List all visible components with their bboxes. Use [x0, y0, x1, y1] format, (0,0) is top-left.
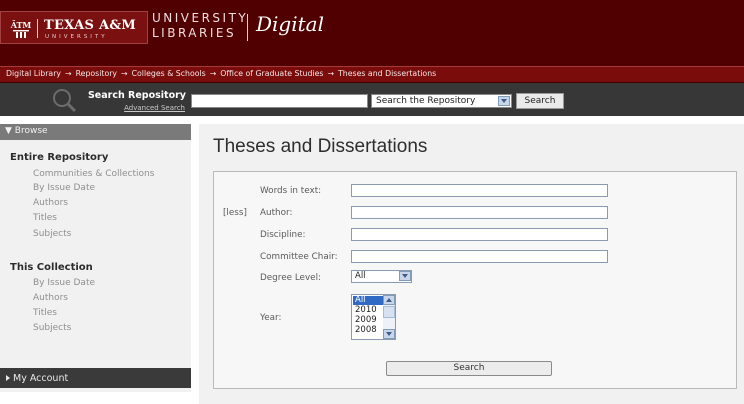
svg-text:ĀTM: ĀTM [10, 20, 31, 30]
year-option-2008[interactable]: 2008 [353, 326, 383, 335]
breadcrumb-theses-dissertations: Theses and Dissertations [338, 69, 437, 78]
breadcrumb-arrow-icon: → [121, 69, 128, 78]
digital-wordmark: Digital [256, 12, 324, 36]
browse-header[interactable]: ▼ Browse [0, 124, 191, 140]
sidebar-link-communities[interactable]: Communities & Collections [33, 169, 154, 179]
breadcrumb: Digital Library → Repository → Colleges & Sc… [6, 69, 436, 78]
libraries-line-2: LIBRARIES [152, 26, 237, 40]
breadcrumb-repository[interactable]: Repository [76, 69, 117, 78]
university-libraries-wordmark: UNIVERSITY LIBRARIES [152, 11, 248, 41]
year-listbox[interactable]: All 2010 2009 2008 [351, 294, 396, 340]
words-field[interactable] [351, 184, 608, 197]
year-label: Year: [260, 313, 282, 323]
form-search-button[interactable]: Search [386, 361, 552, 376]
sidebar: ▼ Browse Entire Repository Communities &… [0, 124, 191, 392]
page-title: Theses and Dissertations [213, 136, 428, 157]
university-subtitle: UNIVERSITY [45, 34, 108, 40]
author-field[interactable] [351, 206, 608, 219]
committee-chair-label: Committee Chair: [260, 252, 338, 262]
wordmark-divider [247, 14, 248, 41]
search-form: [less] Words in text: Author: Discipline… [213, 171, 737, 389]
search-button[interactable]: Search [516, 93, 564, 109]
discipline-label: Discipline: [260, 230, 306, 240]
degree-level-label: Degree Level: [260, 273, 321, 283]
scroll-thumb[interactable] [383, 306, 395, 318]
chevron-down-icon [498, 96, 510, 106]
collection-link-titles[interactable]: Titles [33, 308, 57, 318]
year-option-all[interactable]: All [353, 296, 383, 305]
breadcrumb-arrow-icon: → [209, 69, 217, 78]
breadcrumb-arrow-icon: → [65, 69, 72, 78]
year-option-2009[interactable]: 2009 [353, 316, 383, 325]
site-header: ĀTM TEXAS A&M UNIVERSITY UNIVERSITY LIBR… [0, 0, 744, 66]
search-input[interactable] [191, 94, 368, 108]
words-label: Words in text: [260, 186, 322, 196]
breadcrumb-graduate-studies[interactable]: Office of Graduate Studies [220, 69, 323, 78]
collection-link-subjects[interactable]: Subjects [33, 323, 71, 333]
committee-chair-field[interactable] [351, 250, 608, 263]
atm-logo-icon: ĀTM [10, 19, 32, 39]
search-repository-title: Search Repository [87, 90, 186, 101]
entire-repository-heading: Entire Repository [10, 152, 109, 163]
author-label: Author: [260, 208, 293, 218]
less-options-link[interactable]: [less] [223, 208, 247, 218]
my-account-toggle[interactable]: My Account [0, 368, 191, 388]
breadcrumb-digital-library[interactable]: Digital Library [6, 69, 61, 78]
breadcrumb-bar: Digital Library → Repository → Colleges & Sc… [0, 66, 744, 83]
breadcrumb-colleges-schools[interactable]: Colleges & Schools [132, 69, 206, 78]
university-name: TEXAS A&M [44, 18, 137, 33]
degree-level-value: All [355, 271, 366, 281]
sidebar-link-authors[interactable]: Authors [33, 198, 68, 208]
discipline-field[interactable] [351, 228, 608, 241]
search-scope-value: Search the Repository [376, 96, 476, 106]
libraries-line-1: UNIVERSITY [152, 11, 249, 25]
advanced-search-link[interactable]: Advanced Search [84, 104, 185, 112]
scroll-down-icon[interactable] [383, 329, 395, 339]
collection-link-authors[interactable]: Authors [33, 293, 68, 303]
year-option-2010[interactable]: 2010 [353, 306, 383, 315]
tamu-logo[interactable]: ĀTM TEXAS A&M UNIVERSITY [0, 11, 148, 44]
chevron-down-icon [399, 271, 411, 281]
collection-link-issue-date[interactable]: By Issue Date [33, 278, 95, 288]
degree-level-select[interactable]: All [351, 270, 412, 283]
year-scrollbar[interactable] [383, 295, 395, 339]
sidebar-link-subjects[interactable]: Subjects [33, 229, 71, 239]
sidebar-link-titles[interactable]: Titles [33, 213, 57, 223]
main-content: Theses and Dissertations [less] Words in… [199, 124, 744, 404]
search-bar: Search Repository Advanced Search Search… [0, 83, 744, 116]
breadcrumb-arrow-icon: → [327, 69, 335, 78]
scroll-up-icon[interactable] [383, 295, 395, 305]
this-collection-heading: This Collection [10, 262, 93, 273]
logo-divider [37, 19, 38, 38]
sidebar-link-issue-date[interactable]: By Issue Date [33, 183, 95, 193]
my-account-label: My Account [13, 373, 69, 384]
magnifier-icon [53, 89, 77, 113]
search-scope-select[interactable]: Search the Repository [371, 94, 512, 108]
